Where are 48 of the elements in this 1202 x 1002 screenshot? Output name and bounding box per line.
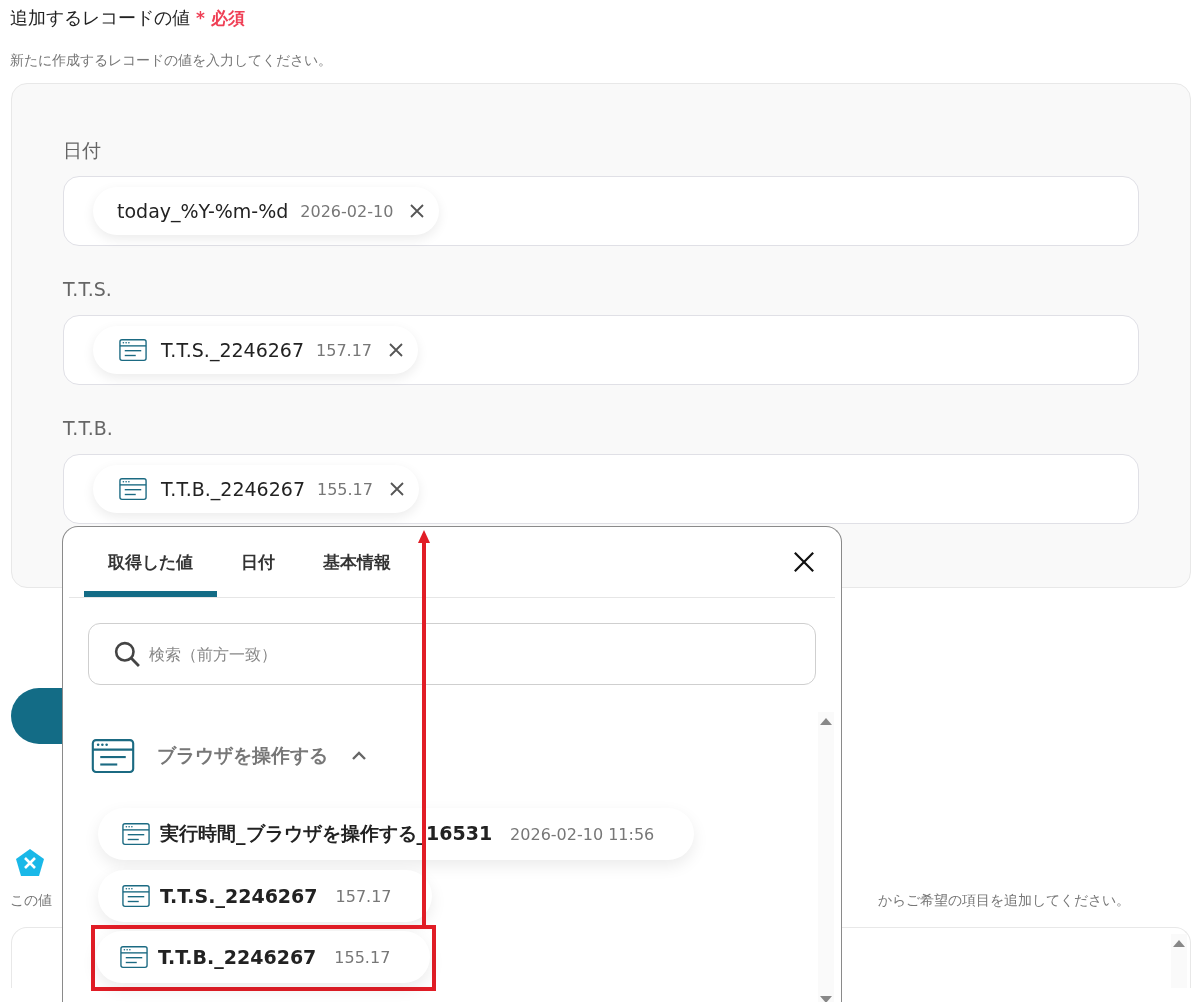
search-field[interactable]: 検索（前方一致）	[88, 623, 816, 685]
group-header[interactable]: ブラウザを操作する	[91, 739, 368, 773]
item-value: 157.17	[335, 886, 392, 906]
tab[interactable]: 取得した値	[84, 527, 217, 597]
field-label: T.T.B.	[63, 416, 114, 440]
section-description: 新たに作成するレコードの値を入力してください。	[9, 51, 333, 70]
browser-icon	[122, 885, 150, 907]
browser-icon	[119, 339, 147, 361]
section-description: からご希望の項目を追加してください。	[878, 891, 1130, 910]
browser-icon	[119, 478, 147, 500]
close-icon[interactable]	[793, 551, 815, 573]
tab[interactable]: 日付	[217, 527, 299, 597]
chip-value: 155.17	[317, 479, 373, 499]
close-icon[interactable]	[409, 203, 426, 219]
section-description: この値	[10, 891, 52, 910]
app-logo-icon	[15, 848, 45, 878]
chip-name: T.T.S._2246267	[161, 339, 304, 361]
chip-name: today_%Y-%m-%d	[117, 200, 289, 222]
required-label: * 必須	[196, 7, 245, 30]
browser-icon	[122, 823, 150, 845]
value-chip[interactable]: T.T.B._2246267 155.17	[93, 465, 419, 513]
scrollbar[interactable]	[818, 712, 834, 1002]
scroll-up-icon[interactable]	[1173, 940, 1185, 947]
item-value: 2026-02-10 11:56	[510, 824, 655, 844]
browser-icon	[91, 739, 135, 773]
scroll-down-icon[interactable]	[820, 996, 832, 1002]
value-item[interactable]: T.T.S._2246267 157.17	[98, 870, 432, 922]
item-name: T.T.S._2246267	[160, 885, 318, 907]
browser-icon	[120, 946, 148, 968]
chip-value: 157.17	[316, 340, 372, 360]
tab[interactable]: 基本情報	[299, 527, 415, 597]
value-chip[interactable]: today_%Y-%m-%d 2026-02-10	[93, 187, 440, 235]
input-field[interactable]: today_%Y-%m-%d 2026-02-10	[63, 176, 1139, 246]
item-value: 155.17	[334, 947, 391, 967]
value-item[interactable]: T.T.B._2246267 155.17	[96, 931, 431, 983]
input-field[interactable]: T.T.B._2246267 155.17	[63, 454, 1139, 524]
item-name: T.T.B._2246267	[158, 946, 317, 968]
section-title: 追加するレコードの値	[10, 6, 190, 30]
value-chip[interactable]: T.T.S._2246267 157.17	[93, 326, 418, 374]
scroll-up-icon[interactable]	[820, 718, 832, 725]
scrollbar[interactable]	[1171, 934, 1187, 988]
close-icon[interactable]	[388, 481, 405, 497]
input-field[interactable]: T.T.S._2246267 157.17	[63, 315, 1139, 385]
chip-value: 2026-02-10	[300, 201, 394, 221]
close-icon[interactable]	[388, 342, 404, 358]
field-label: 日付	[63, 138, 102, 162]
chip-name: T.T.B._2246267	[161, 478, 305, 500]
field-label: T.T.S.	[63, 277, 113, 301]
